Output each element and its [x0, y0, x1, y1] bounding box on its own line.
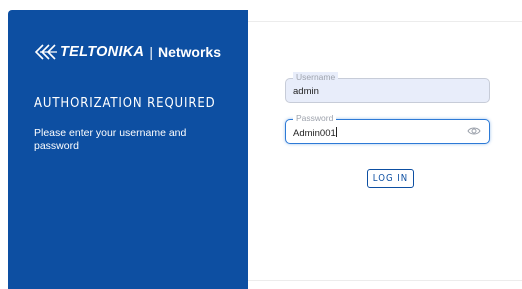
- password-label: Password: [293, 113, 337, 123]
- teltonika-chevrons-icon: [34, 44, 57, 60]
- password-value: Admin001: [293, 128, 336, 139]
- brand-panel: TELTONIKA | Networks AUTHORIZATION REQUI…: [8, 10, 248, 289]
- brand-name: TELTONIKA: [60, 44, 145, 60]
- password-field[interactable]: Password Admin001: [285, 113, 490, 144]
- brand-product: Networks: [157, 44, 221, 60]
- username-value[interactable]: admin: [293, 86, 319, 97]
- username-label: Username: [293, 72, 339, 82]
- login-button[interactable]: LOG IN: [367, 169, 414, 188]
- username-field[interactable]: Username admin: [285, 72, 490, 103]
- eye-icon[interactable]: [467, 126, 481, 136]
- auth-title: AUTHORIZATION REQUIRED: [34, 96, 216, 111]
- text-caret: [335, 127, 337, 137]
- auth-description: Please enter your username and password: [34, 127, 187, 152]
- divider-bottom: [248, 280, 522, 281]
- brand-separator: |: [149, 44, 153, 60]
- divider-top: [248, 21, 522, 22]
- brand-logo: TELTONIKA | Networks: [34, 44, 221, 60]
- password-value-wrap[interactable]: Admin001: [293, 127, 337, 139]
